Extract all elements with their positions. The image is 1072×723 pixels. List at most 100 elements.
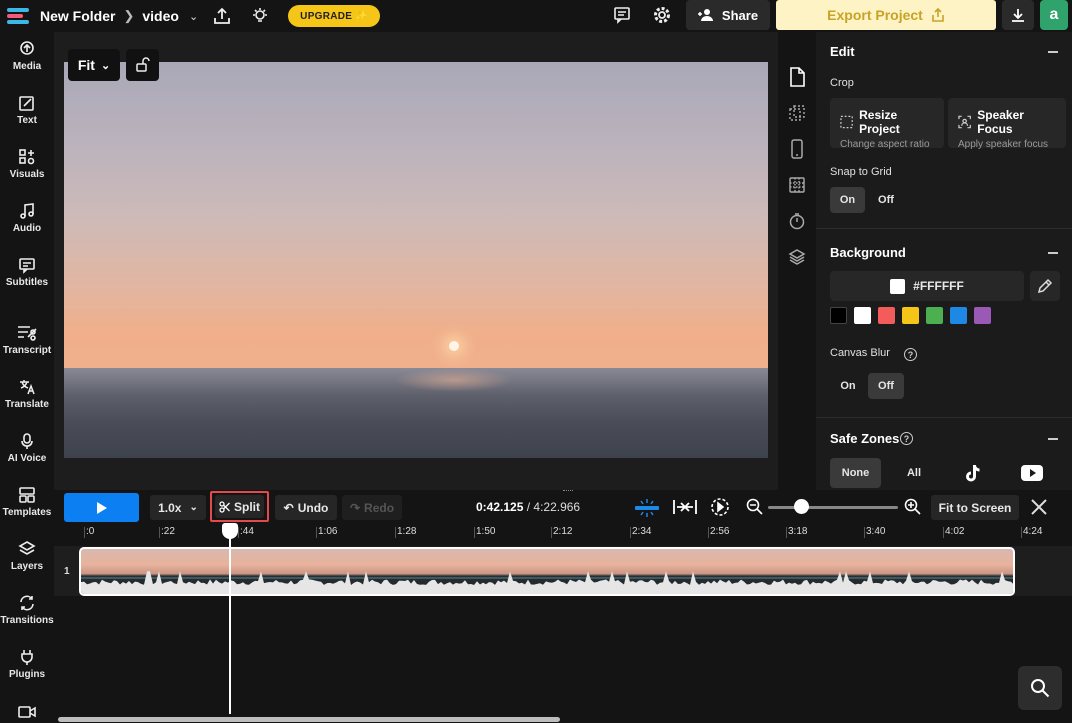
eyedropper-button[interactable] xyxy=(1030,271,1060,301)
magnet-split-icon[interactable] xyxy=(633,498,661,518)
sidebar-item-label: Visuals xyxy=(9,169,45,180)
comments-icon[interactable] xyxy=(612,5,632,25)
layers-stack-icon[interactable] xyxy=(786,246,808,268)
collapse-minus-icon[interactable] xyxy=(1048,252,1058,254)
fit-dropdown[interactable]: Fit ⌄ xyxy=(68,49,120,81)
swatch-purple[interactable] xyxy=(974,307,991,324)
crop-frame-icon[interactable] xyxy=(786,102,808,124)
gear-icon[interactable] xyxy=(652,5,672,25)
chevron-down-icon: ⌄ xyxy=(189,502,198,513)
project-name[interactable]: video xyxy=(142,8,179,24)
layers-icon xyxy=(18,541,36,555)
sidebar-item-subtitles[interactable]: Subtitles xyxy=(0,256,54,288)
swatch-red[interactable] xyxy=(878,307,895,324)
fit-clips-icon[interactable] xyxy=(672,498,698,516)
help-icon[interactable]: ? xyxy=(900,432,913,445)
collapse-minus-icon[interactable] xyxy=(1048,51,1058,53)
app-logo[interactable] xyxy=(7,6,29,26)
time-ruler[interactable]: :0 :22 :44 1:06 1:28 1:50 2:12 2:34 2:56… xyxy=(54,523,1072,543)
export-project-button[interactable]: Export Project xyxy=(776,0,996,30)
ruler-label: 2:34 xyxy=(632,526,652,537)
play-icon xyxy=(96,501,107,514)
speed-dropdown[interactable]: 1.0x ⌄ xyxy=(150,495,206,520)
safe-zone-none[interactable]: None xyxy=(830,458,881,488)
swatch-blue[interactable] xyxy=(950,307,967,324)
play-button[interactable] xyxy=(64,493,139,522)
zoom-slider-handle[interactable] xyxy=(794,499,809,514)
lock-toggle-button[interactable] xyxy=(126,49,159,81)
swatch-white[interactable] xyxy=(854,307,871,324)
collapse-minus-icon[interactable] xyxy=(1048,438,1058,440)
blur-off-toggle[interactable]: Off xyxy=(868,373,904,399)
search-button[interactable] xyxy=(1018,666,1062,710)
resize-project-button[interactable]: Resize Project Change aspect ratio xyxy=(830,98,944,150)
download-button[interactable] xyxy=(1002,0,1034,30)
split-label: Split xyxy=(234,499,260,514)
safe-zone-all[interactable]: All xyxy=(898,458,930,488)
sidebar-item-label: Audio xyxy=(12,223,42,234)
sidebar-item-layers[interactable]: Layers xyxy=(0,540,54,572)
speaker-focus-button[interactable]: Speaker Focus Apply speaker focus xyxy=(948,98,1066,150)
timer-icon[interactable] xyxy=(786,210,808,232)
snap-on-toggle[interactable]: On xyxy=(830,187,865,213)
sidebar-item-record[interactable] xyxy=(0,704,54,720)
upgrade-button[interactable]: UPGRADE ✨ xyxy=(288,5,381,27)
help-icon[interactable]: ? xyxy=(904,348,917,361)
swatch-yellow[interactable] xyxy=(902,307,919,324)
sidebar-item-transitions[interactable]: Transitions xyxy=(0,594,54,626)
ruler-tick xyxy=(708,527,709,538)
lightbulb-icon[interactable] xyxy=(250,6,270,26)
scissors-icon xyxy=(219,500,230,513)
fit-to-screen-button[interactable]: Fit to Screen xyxy=(931,495,1019,520)
zoom-slider-track[interactable] xyxy=(768,506,898,509)
playhead-handle[interactable] xyxy=(222,523,238,539)
video-preview[interactable] xyxy=(64,62,768,458)
canvas-stage[interactable]: Fit ⌄ xyxy=(54,32,778,490)
sidebar-item-label: Text xyxy=(17,115,37,126)
split-highlight: Split xyxy=(210,491,269,522)
playback-speed-icon[interactable] xyxy=(710,497,730,517)
close-icon[interactable] xyxy=(1030,498,1048,516)
edit-section-title: Edit xyxy=(830,44,855,59)
snap-off-toggle[interactable]: Off xyxy=(870,187,902,213)
zoom-in-icon[interactable] xyxy=(904,498,922,516)
ruler-tick xyxy=(159,527,160,538)
horizontal-scrollbar[interactable] xyxy=(58,717,560,722)
background-color-field[interactable]: #FFFFFF xyxy=(830,271,1024,301)
ruler-tick xyxy=(316,527,317,538)
youtube-icon[interactable] xyxy=(1014,458,1050,488)
sidebar-item-text[interactable]: Text xyxy=(0,94,54,126)
video-camera-icon xyxy=(18,706,36,718)
ruler-tick xyxy=(864,527,865,538)
sidebar-item-audio[interactable]: Audio xyxy=(0,202,54,234)
sidebar-item-translate[interactable]: Translate xyxy=(0,378,54,410)
swatch-green[interactable] xyxy=(926,307,943,324)
sidebar-item-templates[interactable]: Templates xyxy=(0,486,54,518)
undo-button[interactable]: ↶ Undo xyxy=(275,495,337,520)
zoom-out-icon[interactable] xyxy=(746,498,764,516)
swatch-black[interactable] xyxy=(830,307,847,324)
document-icon[interactable] xyxy=(786,66,808,88)
section-divider xyxy=(816,417,1072,418)
grid-icon[interactable] xyxy=(786,174,808,196)
blur-on-toggle[interactable]: On xyxy=(832,373,864,399)
sidebar-item-media[interactable]: Media xyxy=(0,40,54,72)
chevron-down-icon[interactable]: ⌄ xyxy=(189,10,198,23)
sidebar-item-plugins[interactable]: Plugins xyxy=(0,648,54,680)
focus-icon xyxy=(958,115,971,129)
upload-icon[interactable] xyxy=(212,6,232,26)
share-button[interactable]: Share xyxy=(686,0,770,30)
music-note-icon xyxy=(20,203,34,219)
video-clip[interactable] xyxy=(79,547,1015,596)
redo-label: Redo xyxy=(364,500,395,515)
sidebar-item-visuals[interactable]: Visuals xyxy=(0,148,54,180)
sidebar-item-transcript[interactable]: Transcript xyxy=(0,324,54,356)
ruler-tick xyxy=(630,527,631,538)
redo-button[interactable]: ↷ Redo xyxy=(342,495,402,520)
tiktok-icon[interactable] xyxy=(956,458,988,488)
breadcrumb-folder[interactable]: New Folder xyxy=(40,8,115,24)
split-button[interactable]: Split xyxy=(215,495,264,518)
avatar[interactable]: a xyxy=(1040,0,1068,30)
sidebar-item-ai-voice[interactable]: AI Voice xyxy=(0,432,54,464)
mobile-icon[interactable] xyxy=(786,138,808,160)
